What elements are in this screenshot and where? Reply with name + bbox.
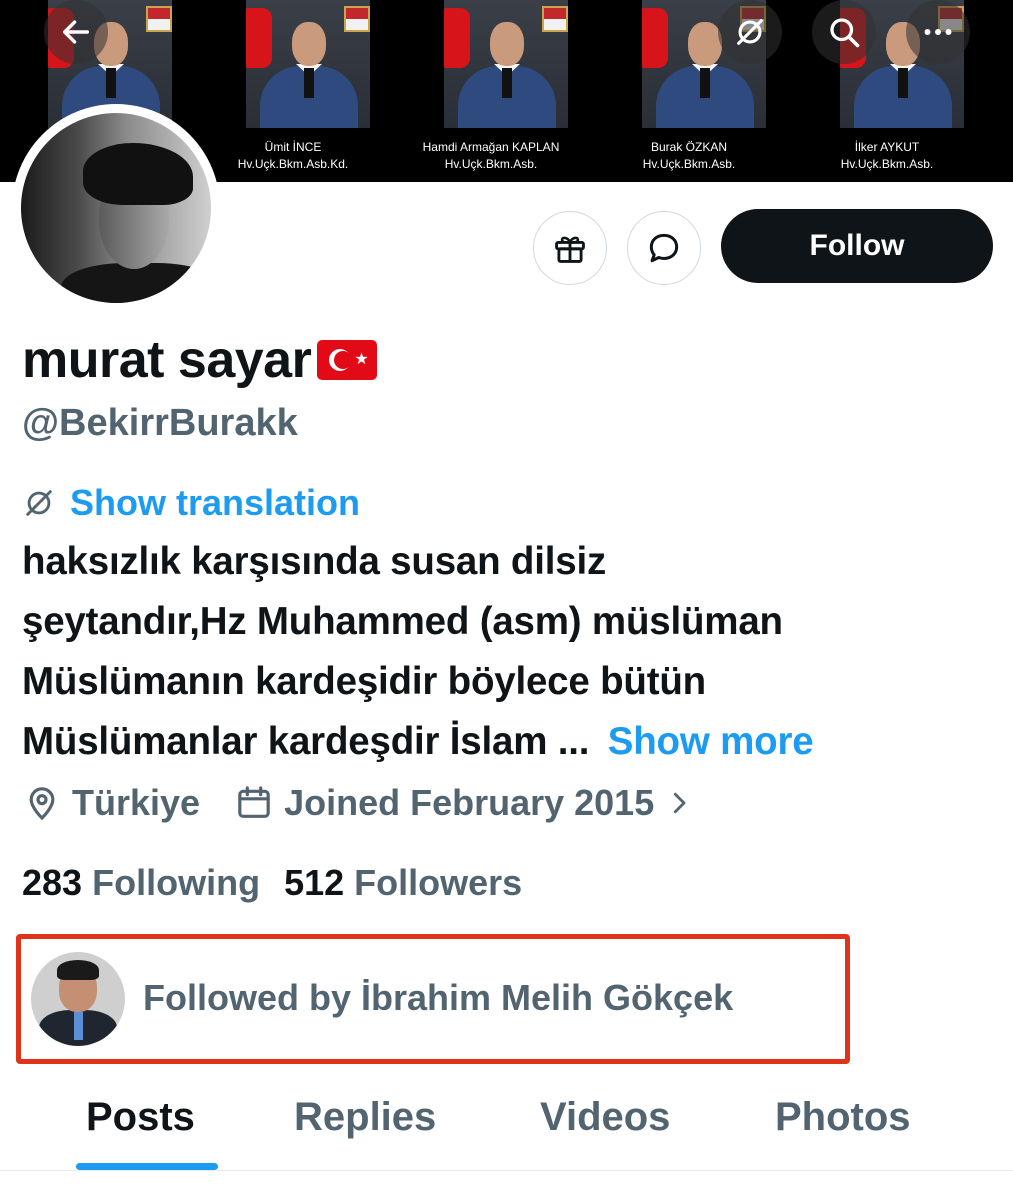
bio-line: haksızlık karşısında susan dilsiz [22, 540, 607, 583]
portrait-rank: Hv.Uçk.Bkm.Asb. [642, 157, 736, 171]
portrait-name: İlker AYKUT [854, 140, 920, 154]
tab-posts[interactable]: Posts [86, 1095, 195, 1140]
joined-text: Joined February 2015 [284, 782, 655, 823]
bio-line-last: Müslümanlar kardeşdir İslam ... Show mor… [22, 712, 997, 772]
back-button[interactable] [44, 0, 108, 64]
portrait-rank: Hv.Uçk.Bkm.Asb. [840, 157, 934, 171]
translate-icon [737, 19, 763, 45]
chevron-right-icon [674, 792, 686, 814]
profile-meta: Türkiye Joined February 2015 [22, 782, 694, 824]
gift-button[interactable] [533, 211, 607, 285]
follower-avatar [31, 952, 125, 1046]
location-pin-icon [29, 787, 55, 821]
followers-count: 512 [284, 862, 345, 903]
portrait-name: Burak ÖZKAN [650, 140, 728, 154]
tab-replies[interactable]: Replies [294, 1095, 436, 1140]
location-text: Türkiye [72, 782, 201, 823]
profile-handle: @BekirrBurakk [22, 402, 298, 444]
portrait-rank: Hv.Uçk.Bkm.Asb. [444, 157, 538, 171]
follow-stats: 283 Following 512 Followers [22, 862, 522, 904]
bio-line: şeytandır,Hz Muhammed (asm) müslüman [22, 600, 783, 643]
translate-button[interactable] [718, 0, 782, 64]
followers-label: Followers [354, 862, 523, 903]
banner-portrait: Hamdi Armağan KAPLAN Hv.Uçk.Bkm.Asb. [396, 0, 586, 182]
following-stat[interactable]: 283 Following [22, 862, 260, 904]
portrait-rank: Hv.Uçk.Bkm.Asb.Kd. [237, 157, 349, 171]
avatar-image [21, 113, 211, 303]
message-button[interactable] [627, 211, 701, 285]
following-count: 283 [22, 862, 83, 903]
followed-by-text: Followed by İbrahim Melih Gökçek [143, 977, 734, 1018]
followers-stat[interactable]: 512 Followers [284, 862, 522, 904]
profile-tabs: Posts Replies Videos Photos [0, 1085, 1013, 1170]
follow-button[interactable]: Follow [721, 209, 993, 283]
portrait-name: Hamdi Armağan KAPLAN [422, 140, 560, 154]
profile-bio: haksızlık karşısında susan dilsiz şeytan… [22, 532, 997, 772]
show-translation-row[interactable]: Show translation [22, 482, 360, 524]
search-button[interactable] [812, 0, 876, 64]
message-icon [649, 233, 679, 263]
translate-icon [26, 490, 52, 516]
calendar-icon [238, 786, 270, 818]
profile-avatar[interactable] [12, 104, 220, 312]
show-more-link[interactable]: Show more [608, 720, 814, 763]
tab-videos[interactable]: Videos [540, 1095, 670, 1140]
show-translation-link[interactable]: Show translation [70, 482, 360, 524]
more-button[interactable] [906, 0, 970, 64]
tab-photos[interactable]: Photos [775, 1095, 911, 1140]
turkey-flag-icon: ★ [317, 340, 378, 380]
following-label: Following [92, 862, 261, 903]
divider [0, 1170, 1013, 1171]
search-icon [830, 18, 860, 48]
bio-line: Müslümanlar kardeşdir İslam ... [22, 720, 590, 763]
location: Türkiye [22, 782, 200, 824]
more-icon [924, 29, 952, 35]
banner-portrait: Ümit İNCE Hv.Uçk.Bkm.Asb.Kd. [198, 0, 388, 182]
back-arrow-icon [62, 20, 90, 44]
joined-date[interactable]: Joined February 2015 [234, 782, 694, 824]
gift-icon [555, 236, 585, 263]
followed-by-highlight[interactable]: Followed by İbrahim Melih Gökçek [16, 934, 850, 1064]
active-tab-indicator [76, 1163, 218, 1170]
display-name: murat sayar ★ [22, 330, 378, 390]
display-name-text: murat sayar [22, 331, 312, 389]
bio-line: Müslümanın kardeşidir böylece bütün [22, 660, 706, 703]
portrait-name: Ümit İNCE [264, 140, 322, 154]
